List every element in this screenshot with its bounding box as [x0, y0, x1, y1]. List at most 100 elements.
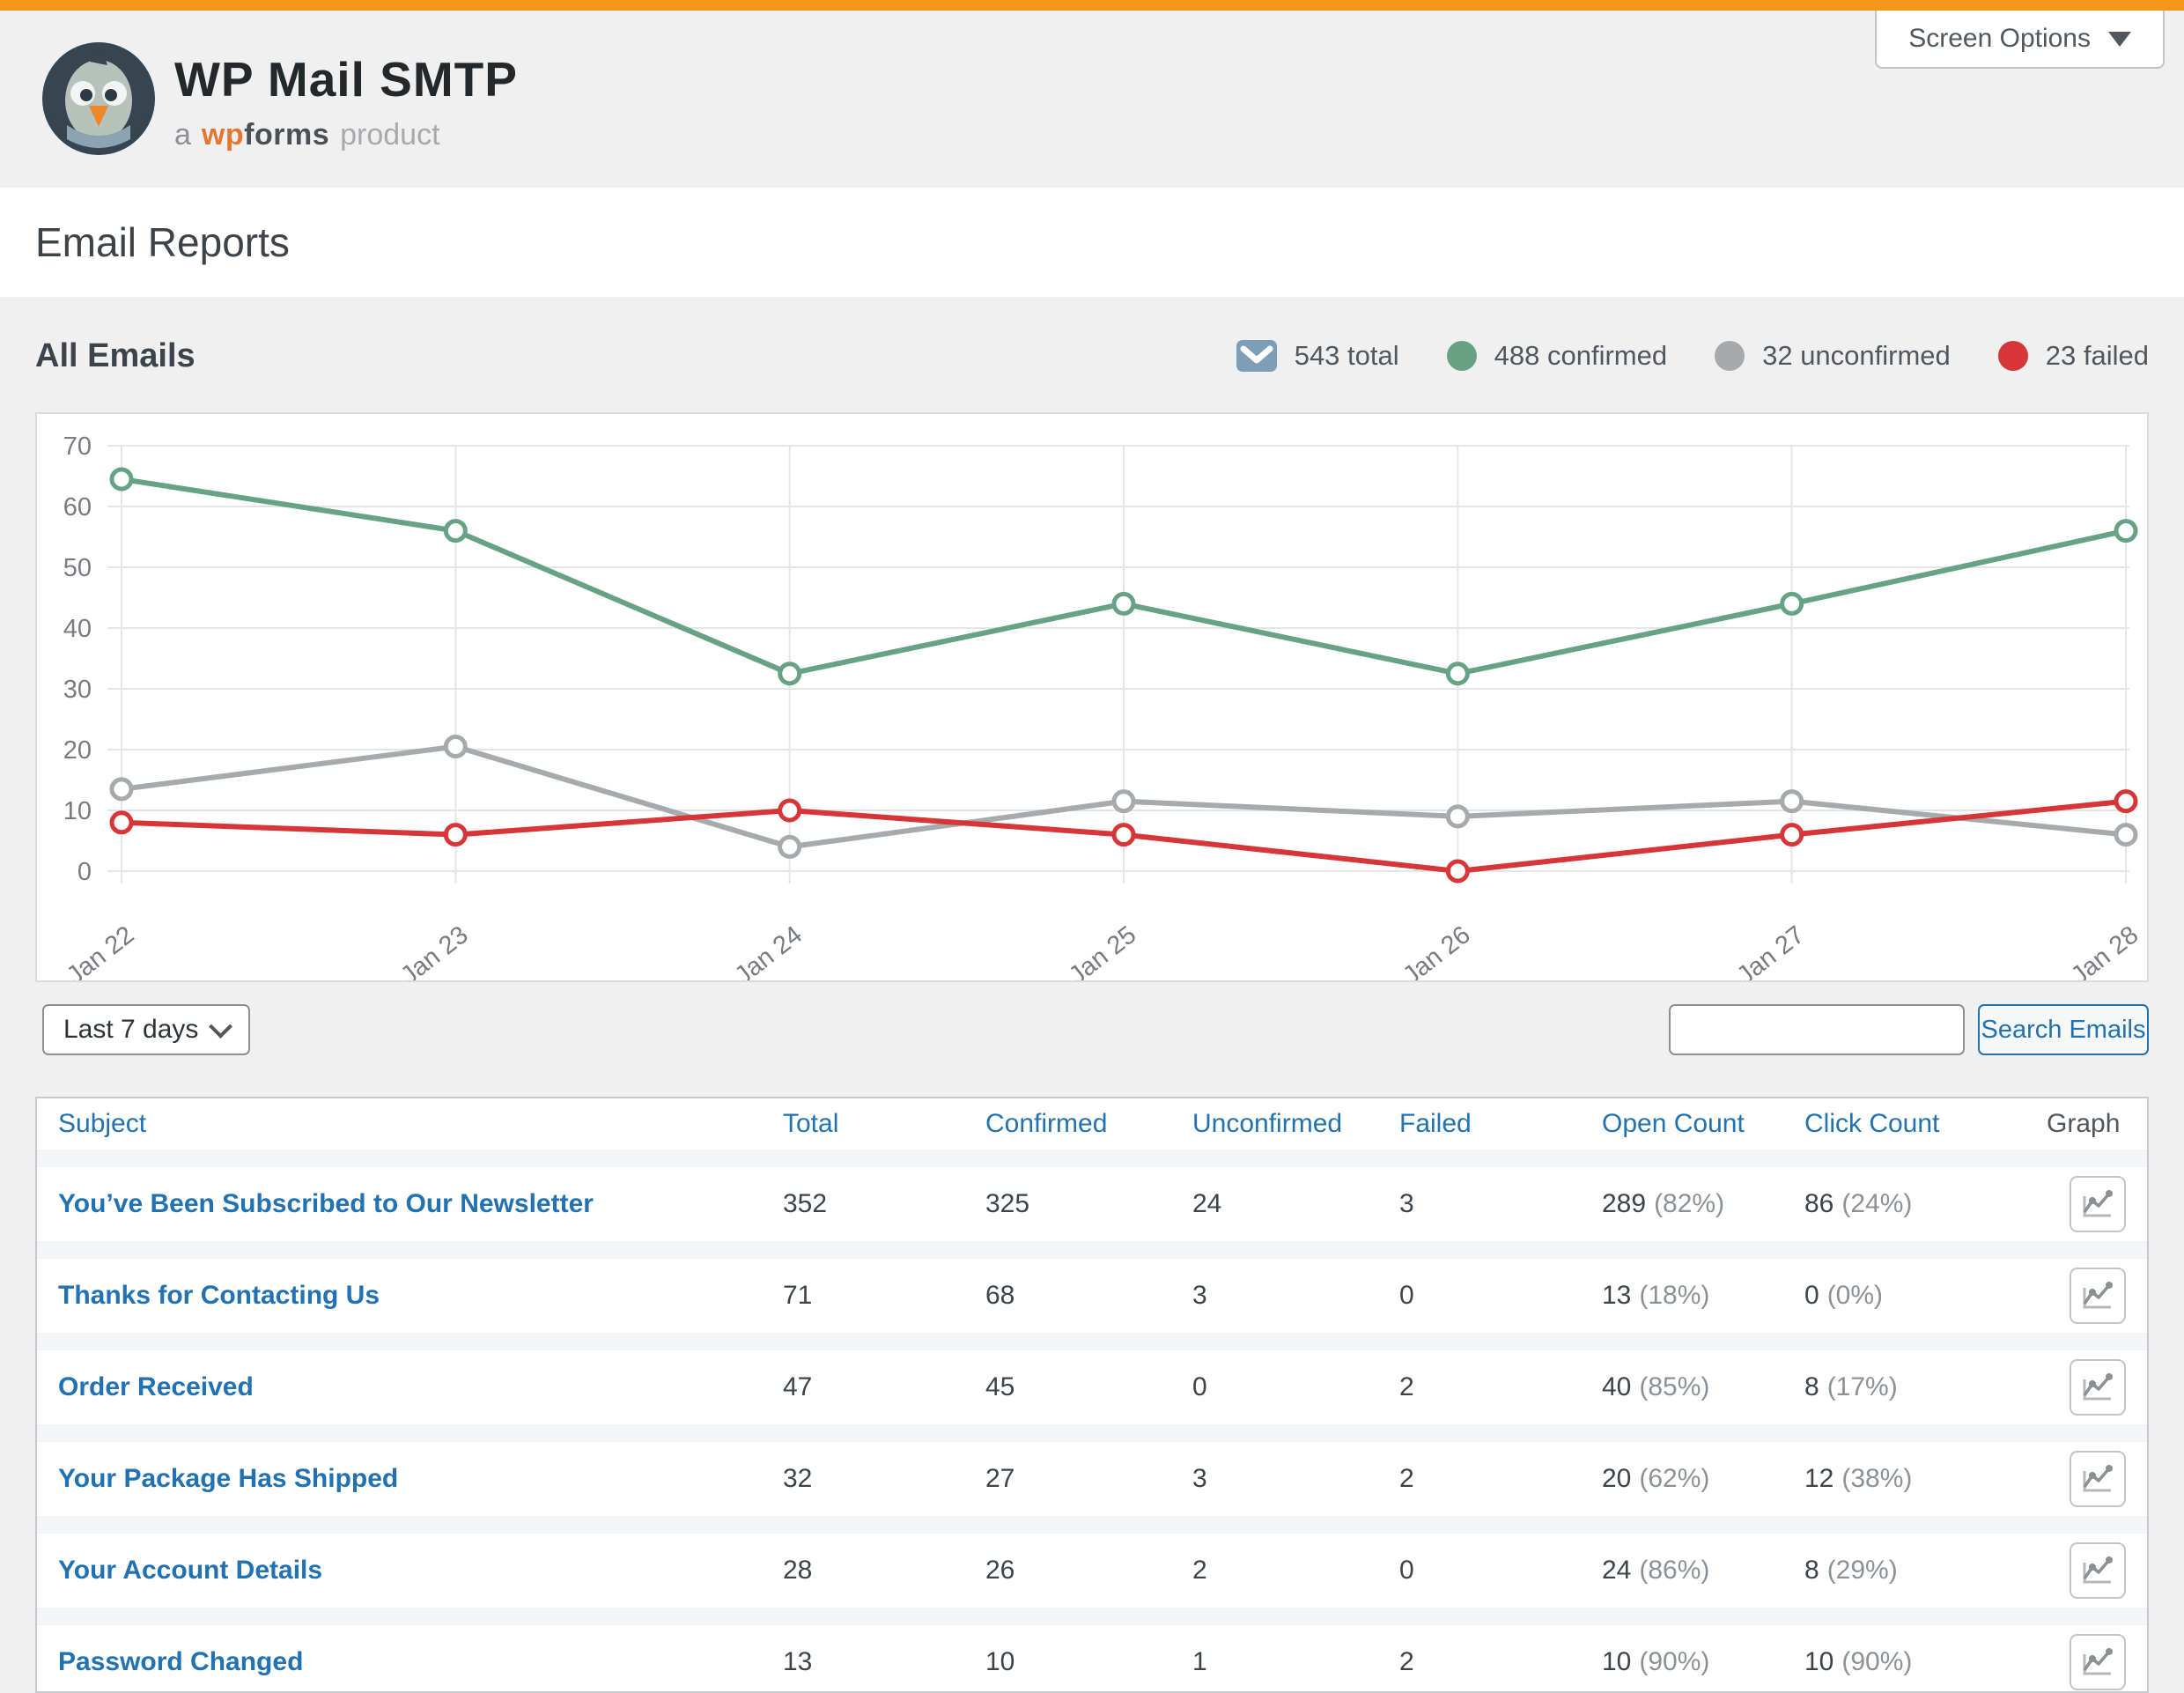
search-input[interactable]	[1669, 1004, 1965, 1055]
data-point-unconfirmed	[1114, 792, 1133, 811]
open-graph-button[interactable]	[2070, 1542, 2126, 1599]
confirmed-cell: 68	[963, 1281, 1170, 1311]
unconfirmed-cell: 3	[1170, 1464, 1377, 1494]
open-count-cell: 10(90%)	[1580, 1647, 1782, 1677]
data-point-confirmed	[1448, 664, 1467, 684]
sort-by-total[interactable]: Total	[783, 1109, 838, 1139]
open-graph-button[interactable]	[2070, 1451, 2126, 1507]
screen-options-button[interactable]: Screen Options	[1875, 11, 2165, 69]
unconfirmed-cell: 24	[1170, 1189, 1377, 1219]
legend-failed-label: 23 failed	[2046, 340, 2149, 372]
legend-item-confirmed: 488 confirmed	[1447, 340, 1667, 372]
sort-by-open-count[interactable]: Open Count	[1602, 1109, 1745, 1139]
svg-text:Jan 22: Jan 22	[62, 920, 139, 980]
email-subject-link[interactable]: Password Changed	[58, 1647, 303, 1677]
unconfirmed-value: 24	[1192, 1189, 1221, 1219]
sort-by-failed[interactable]: Failed	[1399, 1109, 1472, 1139]
page-title: Email Reports	[35, 218, 290, 266]
top-accent-bar	[0, 0, 2184, 11]
data-point-failed	[1782, 825, 1802, 845]
click-count-value: 8	[1804, 1372, 1819, 1402]
open-count-cell: 289(82%)	[1580, 1189, 1782, 1219]
data-point-unconfirmed	[780, 837, 800, 856]
open-count-value: 24	[1602, 1556, 1631, 1586]
failed-value: 2	[1399, 1647, 1414, 1677]
date-range-value: Last 7 days	[63, 1015, 198, 1045]
svg-text:60: 60	[63, 493, 92, 521]
confirmed-value: 26	[985, 1556, 1015, 1586]
open-count-pct: (86%)	[1639, 1556, 1709, 1586]
email-subject-link[interactable]: You’ve Been Subscribed to Our Newsletter	[58, 1189, 594, 1219]
subject-cell: Your Account Details	[37, 1556, 761, 1586]
emails-line-chart: 010203040506070Jan 22Jan 23Jan 24Jan 25J…	[37, 414, 2147, 980]
subject-cell: You’ve Been Subscribed to Our Newsletter	[37, 1189, 761, 1219]
unconfirmed-cell: 3	[1170, 1281, 1377, 1311]
email-subject-link[interactable]: Your Package Has Shipped	[58, 1464, 398, 1494]
data-point-confirmed	[112, 469, 131, 489]
tagline-prefix: a	[174, 118, 191, 152]
failed-value: 2	[1399, 1464, 1414, 1494]
subject-cell: Password Changed	[37, 1647, 761, 1677]
sort-by-unconfirmed[interactable]: Unconfirmed	[1192, 1109, 1342, 1139]
open-count-value: 20	[1602, 1464, 1631, 1494]
brand-name: WP Mail SMTP	[174, 51, 518, 107]
email-subject-link[interactable]: Your Account Details	[58, 1556, 322, 1586]
header-cell-confirmed: Confirmed	[963, 1109, 1170, 1139]
data-point-failed	[1114, 825, 1133, 845]
click-count-value: 8	[1804, 1556, 1819, 1586]
total-value: 13	[783, 1647, 812, 1677]
header-cell-click-count: Click Count	[1782, 1109, 1998, 1139]
svg-text:0: 0	[77, 858, 92, 886]
open-graph-button[interactable]	[2070, 1634, 2126, 1690]
tagline-suffix: product	[340, 118, 439, 152]
email-subject-link[interactable]: Thanks for Contacting Us	[58, 1281, 380, 1311]
caret-down-icon	[2108, 32, 2131, 47]
failed-cell: 2	[1377, 1647, 1580, 1677]
data-point-unconfirmed	[2116, 825, 2136, 845]
subject-cell: Thanks for Contacting Us	[37, 1281, 761, 1311]
graph-cell	[1998, 1176, 2147, 1232]
open-graph-button[interactable]	[2070, 1268, 2126, 1324]
click-count-cell: 8(17%)	[1782, 1372, 1998, 1402]
total-value: 71	[783, 1281, 812, 1311]
data-point-failed	[2116, 792, 2136, 811]
mini-graph-icon	[2081, 1464, 2114, 1494]
svg-text:Jan 27: Jan 27	[1732, 920, 1810, 980]
open-count-cell: 40(85%)	[1580, 1372, 1782, 1402]
data-point-failed	[1448, 861, 1467, 881]
page-title-band: Email Reports	[0, 188, 2184, 297]
unconfirmed-cell: 1	[1170, 1647, 1377, 1677]
sort-by-confirmed[interactable]: Confirmed	[985, 1109, 1107, 1139]
screen-options-label: Screen Options	[1908, 24, 2091, 54]
mini-graph-icon	[2081, 1281, 2114, 1311]
emails-line-chart-card: 010203040506070Jan 22Jan 23Jan 24Jan 25J…	[35, 412, 2149, 982]
gray-dot-icon	[1715, 341, 1745, 371]
date-range-select[interactable]: Last 7 days	[42, 1004, 250, 1055]
data-point-failed	[112, 813, 131, 832]
svg-text:40: 40	[63, 615, 92, 643]
graph-cell	[1998, 1359, 2147, 1416]
confirmed-value: 325	[985, 1189, 1029, 1219]
search-emails-button[interactable]: Search Emails	[1978, 1004, 2149, 1055]
total-cell: 352	[761, 1189, 963, 1219]
envelope-icon	[1236, 340, 1277, 372]
click-count-cell: 0(0%)	[1782, 1281, 1998, 1311]
unconfirmed-value: 2	[1192, 1556, 1207, 1586]
sort-by-click-count[interactable]: Click Count	[1804, 1109, 1939, 1139]
mini-graph-icon	[2081, 1556, 2114, 1586]
svg-text:30: 30	[63, 676, 92, 704]
table-row: Password Changed13101210(90%)10(90%)	[37, 1625, 2147, 1693]
data-point-confirmed	[446, 521, 465, 541]
open-graph-button[interactable]	[2070, 1359, 2126, 1416]
open-count-pct: (90%)	[1639, 1647, 1709, 1677]
total-value: 352	[783, 1189, 827, 1219]
svg-text:20: 20	[63, 736, 92, 765]
email-reports-table: Subject Total Confirmed Unconfirmed Failed Op…	[35, 1097, 2149, 1693]
email-subject-link[interactable]: Order Received	[58, 1372, 254, 1402]
click-count-value: 10	[1804, 1647, 1834, 1677]
open-graph-button[interactable]	[2070, 1176, 2126, 1232]
total-value: 28	[783, 1556, 812, 1586]
sort-by-subject[interactable]: Subject	[58, 1109, 146, 1139]
click-count-pct: (29%)	[1827, 1556, 1898, 1586]
table-body: You’ve Been Subscribed to Our Newsletter…	[37, 1167, 2147, 1693]
